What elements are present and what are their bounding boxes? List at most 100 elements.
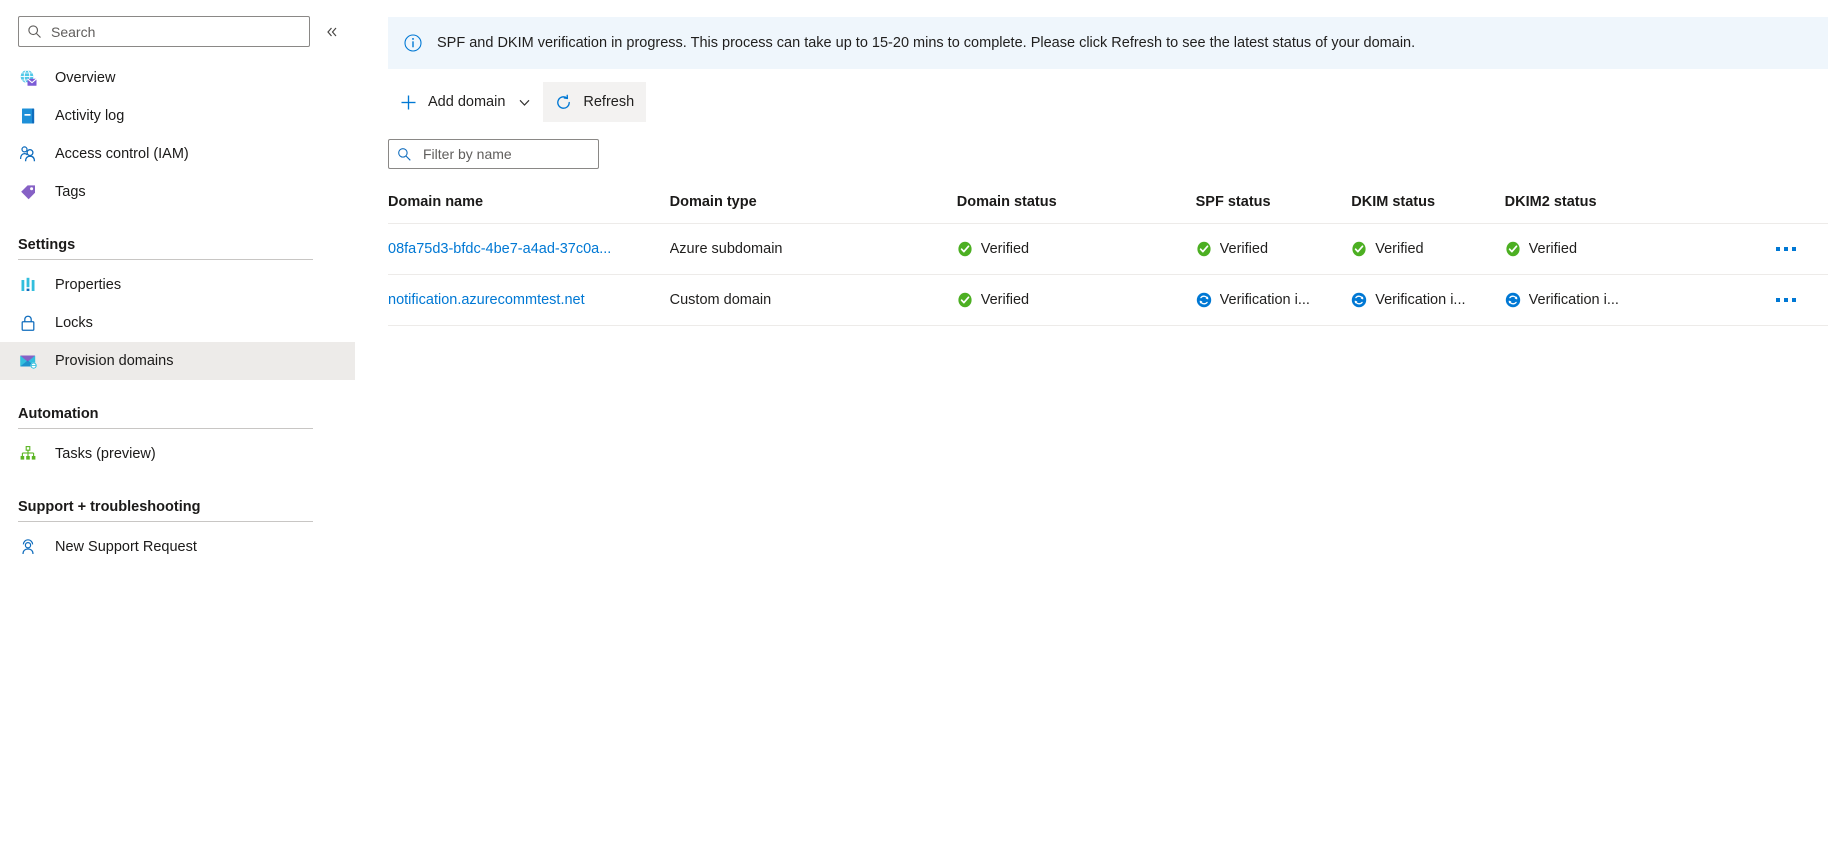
cell-domain-type: Azure subdomain — [669, 223, 957, 276]
chevron-down-icon — [519, 99, 530, 106]
activity-log-book-icon — [18, 106, 38, 126]
access-control-people-icon — [18, 144, 38, 164]
dot — [1784, 247, 1788, 252]
sidebar-item-locks[interactable]: Locks — [0, 304, 355, 342]
tag-icon — [18, 182, 38, 202]
column-header-actions — [1696, 194, 1828, 224]
domain-name-link[interactable]: notification.azurecommtest.net — [388, 292, 585, 308]
cell-dkim-status: Verification i... — [1351, 274, 1505, 327]
azure-portal-provision-domains-page: Overview Activity log — [0, 0, 1836, 860]
verified-check-icon — [1506, 241, 1520, 257]
cell-spf-status: Verification i... — [1195, 274, 1352, 327]
in-progress-icon — [1196, 293, 1211, 308]
tasks-hierarchy-icon — [18, 444, 38, 464]
column-header-domain-status[interactable]: Domain status — [956, 194, 1196, 224]
support-person-icon — [18, 537, 38, 557]
sidebar-search-row — [0, 0, 360, 47]
sidebar-item-provision-domains[interactable]: Provision domains — [0, 342, 355, 380]
domain-name-link[interactable]: 08fa75d3-bfdc-4be7-a4ad-37c0a... — [388, 241, 611, 257]
sidebar-item-label: Provision domains — [55, 353, 174, 369]
table-row[interactable]: 08fa75d3-bfdc-4be7-a4ad-37c0a... Azure s… — [388, 223, 1828, 276]
column-header-dkim-status[interactable]: DKIM status — [1351, 194, 1505, 224]
status-label: Verification i... — [1528, 292, 1619, 309]
sidebar-item-label: Activity log — [55, 108, 125, 124]
status-badge: Verified — [957, 241, 1196, 257]
column-header-domain-name[interactable]: Domain name — [388, 194, 670, 224]
table-header-row: Domain name Domain type Domain status SP… — [388, 194, 1828, 224]
in-progress-icon — [1505, 293, 1520, 308]
main-content: SPF and DKIM verification in progress. T… — [360, 0, 1836, 860]
cell-dkim2-status: Verified — [1504, 223, 1697, 276]
status-label: Verified — [1528, 241, 1578, 258]
dot — [1792, 247, 1796, 252]
status-label: Verified — [980, 241, 1030, 258]
row-context-menu-button[interactable] — [1772, 292, 1800, 308]
sidebar-item-label: Tasks (preview) — [55, 446, 156, 462]
info-banner-text: SPF and DKIM verification in progress. T… — [437, 35, 1416, 51]
sidebar-item-label: Access control (IAM) — [55, 146, 189, 162]
sidebar-item-properties[interactable]: Properties — [0, 266, 355, 304]
cell-domain-status: Verified — [956, 274, 1196, 327]
plus-icon — [401, 95, 416, 109]
cell-row-actions — [1696, 223, 1828, 276]
column-header-spf-status[interactable]: SPF status — [1195, 194, 1352, 224]
status-badge: Verified — [1505, 241, 1697, 257]
table-row[interactable]: notification.azurecommtest.net Custom do… — [388, 274, 1828, 327]
sidebar-item-tags[interactable]: Tags — [0, 173, 355, 211]
dot — [1784, 298, 1788, 303]
domains-table: Domain name Domain type Domain status SP… — [388, 194, 1828, 327]
chevron-double-left-icon — [327, 27, 337, 36]
column-header-domain-type[interactable]: Domain type — [669, 194, 957, 224]
command-toolbar: Add domain Refresh — [388, 82, 1836, 122]
sidebar-item-new-support-request[interactable]: New Support Request — [0, 528, 355, 566]
row-context-menu-button[interactable] — [1772, 241, 1800, 257]
cell-domain-type: Custom domain — [669, 274, 957, 327]
verified-check-icon — [958, 293, 972, 308]
nav-divider — [18, 428, 313, 429]
sidebar-item-activity-log[interactable]: Activity log — [0, 97, 355, 135]
nav-group-title-automation: Automation — [18, 406, 99, 422]
domains-table-head: Domain name Domain type Domain status SP… — [388, 194, 1828, 224]
status-badge: Verified — [1351, 241, 1504, 257]
status-label: Verified — [1375, 241, 1424, 258]
in-progress-icon — [1352, 293, 1367, 308]
column-header-dkim2-status[interactable]: DKIM2 status — [1504, 194, 1697, 224]
sidebar-item-access-control[interactable]: Access control (IAM) — [0, 135, 355, 173]
search-icon — [398, 147, 411, 161]
sidebar-item-tasks[interactable]: Tasks (preview) — [0, 435, 355, 473]
nav-divider — [18, 521, 313, 522]
dot — [1776, 298, 1780, 303]
sidebar-item-label: Overview — [55, 70, 116, 86]
verified-check-icon — [1352, 241, 1366, 257]
filter-input-wrapper[interactable] — [388, 139, 604, 169]
cell-spf-status: Verified — [1195, 223, 1352, 276]
properties-bars-icon — [18, 275, 38, 295]
verified-check-icon — [1197, 241, 1211, 257]
search-input-wrapper[interactable] — [18, 16, 310, 47]
cell-dkim2-status: Verification i... — [1504, 274, 1697, 327]
refresh-button[interactable]: Refresh — [543, 82, 647, 122]
cell-domain-status: Verified — [956, 223, 1196, 276]
cell-dkim-status: Verified — [1351, 223, 1505, 276]
verified-check-icon — [958, 241, 972, 257]
cell-domain-name: notification.azurecommtest.net — [388, 274, 670, 327]
cell-domain-name: 08fa75d3-bfdc-4be7-a4ad-37c0a... — [388, 223, 670, 276]
collapse-sidebar-button[interactable] — [319, 19, 345, 45]
lock-icon — [18, 313, 38, 333]
overview-globe-mail-icon — [18, 68, 38, 88]
status-badge: Verified — [957, 292, 1196, 308]
add-domain-button[interactable]: Add domain — [388, 82, 543, 122]
search-input[interactable] — [51, 23, 301, 40]
status-badge: Verified — [1196, 241, 1352, 257]
sidebar-item-label: New Support Request — [55, 539, 197, 555]
sidebar-item-overview[interactable]: Overview — [0, 59, 355, 97]
cell-row-actions — [1696, 274, 1828, 327]
nav-group-title-settings: Settings — [18, 237, 76, 253]
status-badge: Verification i... — [1196, 292, 1352, 308]
domains-table-body: 08fa75d3-bfdc-4be7-a4ad-37c0a... Azure s… — [388, 223, 1828, 327]
filter-by-name-input[interactable] — [423, 146, 604, 162]
nav-group-title-support: Support + troubleshooting — [18, 499, 201, 515]
info-banner: SPF and DKIM verification in progress. T… — [388, 17, 1828, 69]
status-label: Verified — [980, 292, 1030, 309]
search-icon — [28, 25, 41, 38]
